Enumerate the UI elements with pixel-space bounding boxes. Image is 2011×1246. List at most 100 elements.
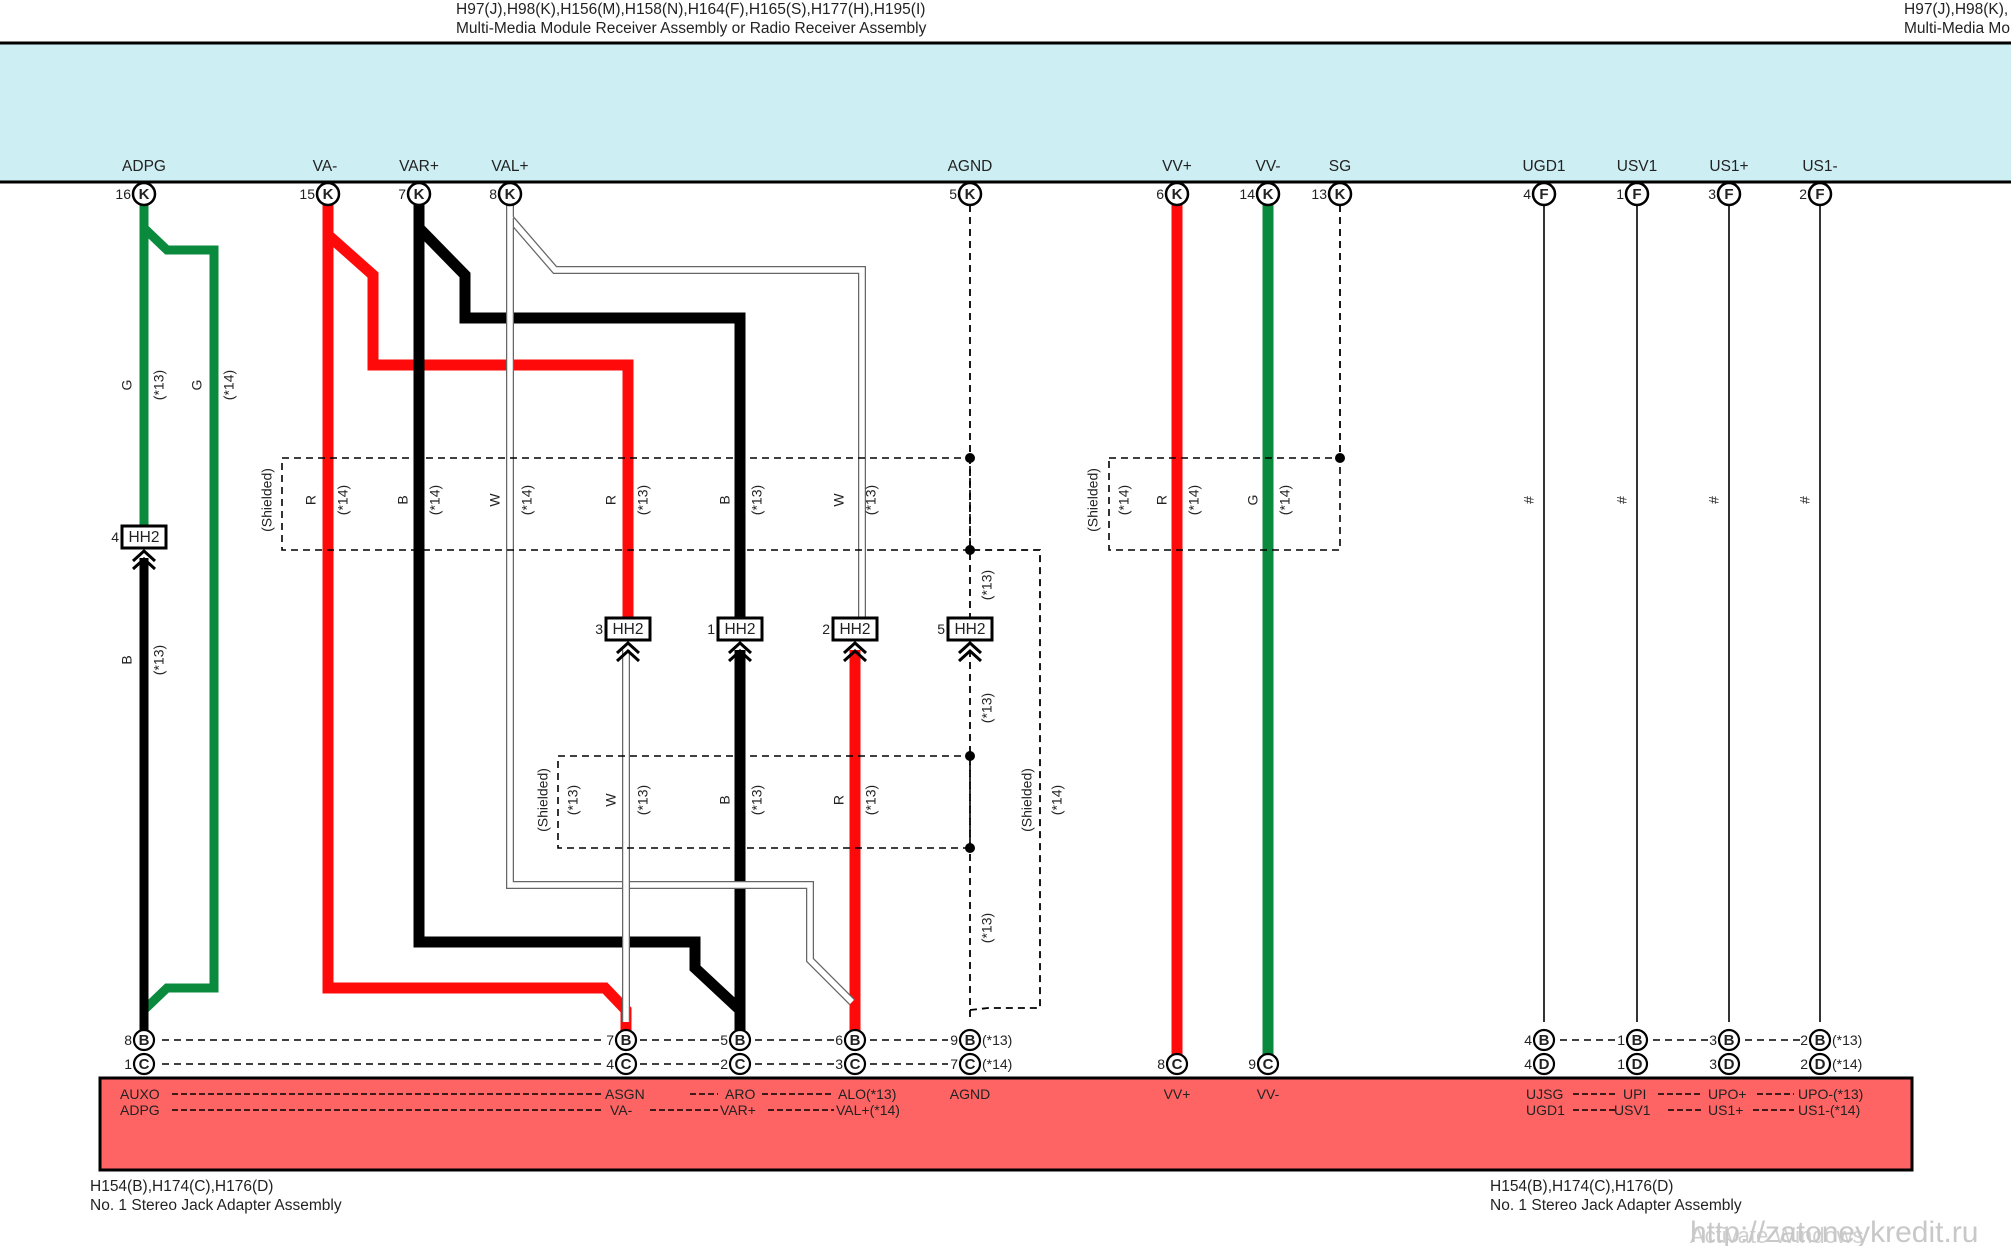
bottom-pin-b-upo-plus[interactable]: B3 [1709,1028,1741,1052]
pin-number: 4 [1523,186,1531,202]
pin-letter: D [1539,1056,1550,1073]
top-pin-us1-plus[interactable]: F3 [1708,181,1742,207]
label-upi: UPI [1623,1086,1646,1102]
top-connector-name-left: Multi-Media Module Receiver Assembly or … [456,20,927,37]
bottom-pin-b-ujsg[interactable]: B4 [1524,1028,1556,1052]
label-asgn: ASGN [605,1086,645,1102]
wire-label-note13: (*13) [979,570,995,600]
bottom-pin-d-us1p[interactable]: D3 [1709,1052,1741,1076]
pin-letter: B [735,1032,746,1049]
top-pin-va-minus[interactable]: K 15 [299,181,341,207]
pin-label-us1-plus: US1+ [1709,158,1748,175]
bottom-pin-c-adpg[interactable]: C1 [124,1052,156,1076]
junction-hh2-3[interactable]: HH2 3 [595,616,652,663]
bottom-pin-d-us1m[interactable]: D2 (*14) [1800,1052,1862,1076]
bottom-pin-d-usv1[interactable]: D1 [1617,1052,1649,1076]
bottom-pin-c-val[interactable]: C3 [835,1052,867,1076]
pin-letter: C [735,1056,746,1073]
pin-letter: K [323,186,334,203]
wire-adpg-green-14[interactable] [139,224,219,1040]
wire-label-note14: (*14) [1049,785,1065,815]
bottom-pin-d-ugd1[interactable]: D4 [1524,1052,1556,1076]
wire-label-g: G [119,380,135,391]
top-pin-usv1[interactable]: F1 [1616,181,1650,207]
pin-number: 7 [950,1056,958,1072]
label-adpg: ADPG [120,1102,160,1118]
wire-var-black-14[interactable] [413,228,746,1040]
bottom-pin-b-asgn[interactable]: B7 [606,1028,638,1052]
wire-label-g: G [189,380,205,391]
junction-number: 5 [937,621,945,637]
top-connector-name-right: Multi-Media Mo [1904,20,2010,37]
label-upo-plus: UPO+ [1708,1086,1747,1102]
label-us1-plus: US1+ [1708,1102,1743,1118]
bottom-pin-b-alo[interactable]: B6 [835,1028,867,1052]
pin-label-vv-plus: VV+ [1162,158,1192,175]
top-pin-vv-plus[interactable]: K6 [1156,181,1190,207]
pin-label-adpg: ADPG [122,158,166,175]
pin-label-sg: SG [1329,158,1351,175]
pin-letter: F [1815,186,1824,203]
wire-label-note14: (*14) [221,370,237,400]
splice-dot [965,453,975,463]
label-upo-minus: UPO-(*13) [1798,1086,1863,1102]
junction-number: 2 [822,621,830,637]
bottom-pin-c-var[interactable]: C2 [720,1052,752,1076]
junction-hh2-1[interactable]: HH2 1 [707,616,764,663]
pin-number: 8 [1157,1056,1165,1072]
pin-number: 2 [1800,1056,1808,1072]
bottom-connector-codes-right: H154(B),H174(C),H176(D) [1490,1178,1673,1195]
pin-letter: C [1172,1056,1183,1073]
bottom-pin-c-va[interactable]: C4 [606,1052,638,1076]
bottom-pin-b-adpg[interactable]: B8 [124,1028,156,1052]
bottom-pin-circles: B8 B7 B5 B6 B9 (*13) B4 B1 B3 B2 (*13)C1 C4 C2 C3 C7 (*… [124,1028,1862,1076]
wire-val-white-14[interactable] [507,218,854,1004]
top-pin-us1-minus[interactable]: F2 [1799,181,1833,207]
splice-dot [965,751,975,761]
wire-agnd-shield[interactable] [969,205,1041,1022]
bottom-pin-c-agnd[interactable]: C7 (*14) [950,1052,1012,1076]
pin-letter: K [505,186,516,203]
wire-label-note13: (*13) [863,485,879,515]
top-pin-sg[interactable]: K 13 [1311,181,1353,207]
wire-label-w: W [603,793,619,807]
pin-number: 4 [606,1056,614,1072]
pin-letter: K [1335,186,1346,203]
junction-hh2-2[interactable]: HH2 2 [822,616,879,663]
pin-letter: D [1632,1056,1643,1073]
bottom-pin-c-vvm[interactable]: C9 [1248,1052,1280,1076]
label-vv-plus: VV+ [1164,1086,1191,1102]
label-auxo: AUXO [120,1086,160,1102]
pin-letter: K [414,186,425,203]
wire-label-shielded: (Shielded) [1019,768,1035,832]
wire-label-b: B [119,655,135,664]
wire-label-w: W [831,493,847,507]
wire-val-white-outline [506,205,866,618]
top-pin-val-plus[interactable]: K8 [489,181,523,207]
top-pin-var-plus[interactable]: K7 [398,181,432,207]
label-aro: ARO [725,1086,755,1102]
pin-number: 1 [1617,1056,1625,1072]
junction-hh2-5[interactable]: HH2 5 [937,616,994,663]
pin-letter: B [850,1032,861,1049]
bottom-connector-name-right: No. 1 Stereo Jack Adapter Assembly [1490,1197,1742,1214]
top-pin-adpg[interactable]: K 16 [115,181,157,207]
pin-note: (*14) [1832,1056,1862,1072]
bottom-pin-b-upi[interactable]: B1 [1617,1028,1649,1052]
junction-hh2-4[interactable]: HH2 4 [111,524,168,571]
pin-number: 7 [606,1032,614,1048]
bottom-pin-c-vvp[interactable]: C8 [1157,1052,1189,1076]
pin-note: (*14) [982,1056,1012,1072]
top-pin-vv-minus[interactable]: K 14 [1239,181,1281,207]
wire-label-note14: (*14) [427,485,443,515]
wire-label-hash: # [1521,496,1537,504]
top-pin-ugd1[interactable]: F4 [1523,181,1557,207]
top-pin-agnd[interactable]: K5 [949,181,983,207]
watermark-url: http://zatoneykredit.ru [1690,1216,1979,1246]
bottom-pin-b-agnd[interactable]: B9 (*13) [950,1028,1012,1052]
pin-letter: D [1724,1056,1735,1073]
label-ujsg: UJSG [1526,1086,1563,1102]
wire-label-note14: (*14) [1277,485,1293,515]
bottom-pin-b-aro[interactable]: B5 [720,1028,752,1052]
bottom-pin-b-upo-minus[interactable]: B2 (*13) [1800,1028,1862,1052]
